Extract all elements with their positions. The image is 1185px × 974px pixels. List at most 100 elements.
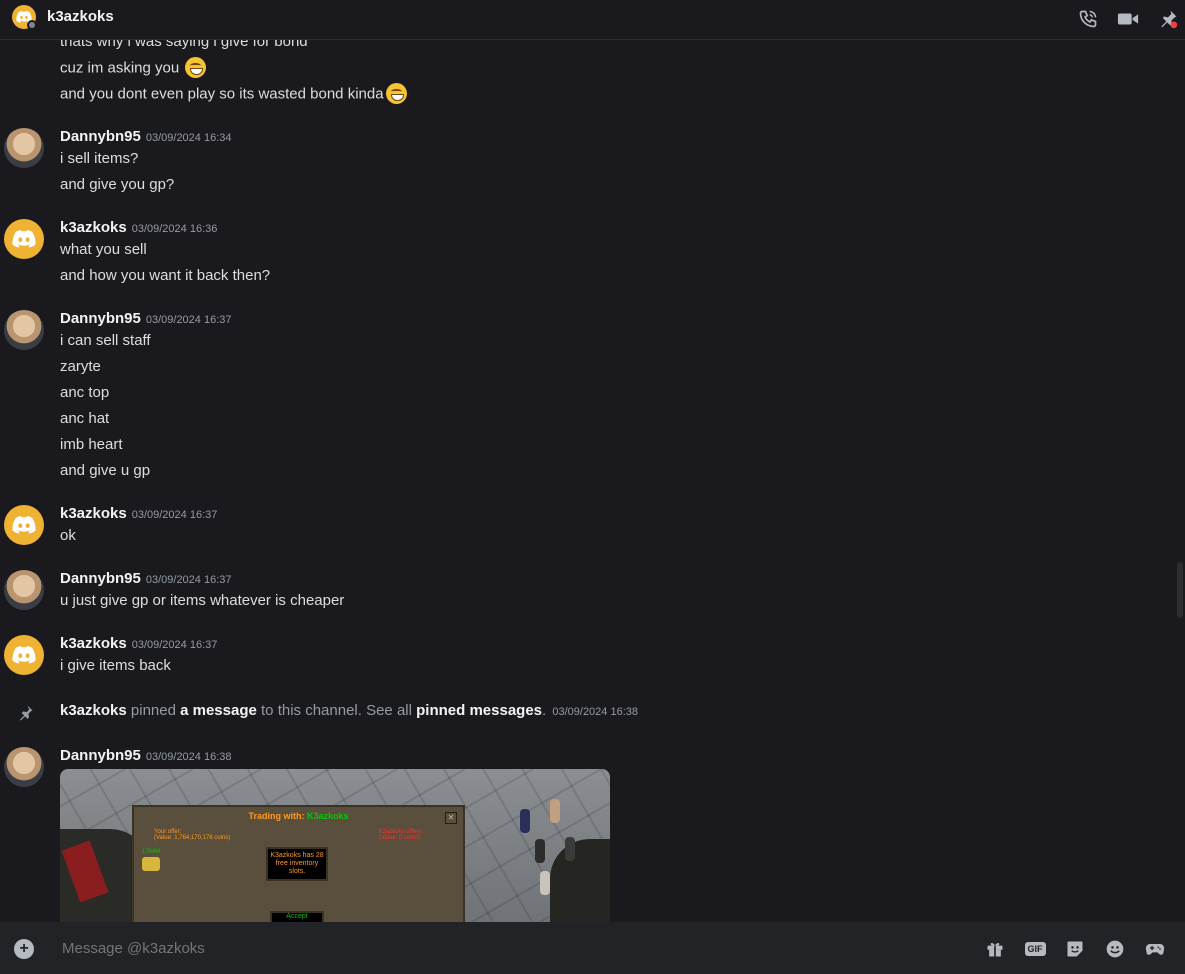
player-figure bbox=[565, 837, 575, 861]
avatar[interactable] bbox=[4, 747, 44, 787]
message-line: i give items back bbox=[60, 657, 171, 674]
grinning-emoji-icon bbox=[185, 57, 207, 78]
message-timestamp: 03/09/2024 16:38 bbox=[145, 751, 232, 763]
avatar[interactable] bbox=[4, 128, 44, 168]
coins-label: 1764M bbox=[142, 849, 161, 855]
activities-button[interactable] bbox=[1144, 938, 1166, 960]
gif-button[interactable]: GIF bbox=[1024, 938, 1046, 960]
message-composer: + GIF bbox=[0, 922, 1185, 974]
emoji-icon bbox=[1106, 940, 1124, 958]
player-figure bbox=[540, 871, 550, 895]
pinned-messages-button[interactable] bbox=[1157, 8, 1179, 30]
message-line: what you sell bbox=[60, 241, 147, 258]
message-line: anc hat bbox=[60, 410, 110, 427]
system-text: . bbox=[542, 702, 547, 719]
message-line: u just give gp or items whatever is chea… bbox=[60, 592, 345, 609]
status-indicator bbox=[27, 20, 37, 30]
message-line: i sell items? bbox=[60, 150, 139, 167]
message-header: k3azkoks 03/09/2024 16:36 bbox=[60, 219, 217, 236]
scrollbar-thumb[interactable] bbox=[1177, 562, 1183, 618]
trade-title: Trading with: K3azkoks bbox=[134, 811, 463, 821]
message-timestamp: 03/09/2024 16:34 bbox=[145, 132, 232, 144]
author-name[interactable]: k3azkoks bbox=[60, 635, 127, 652]
message-line: and give you gp? bbox=[60, 176, 175, 193]
their-offer: K3azkoks offers: (Value: 0 coins) bbox=[379, 829, 423, 841]
pin-icon bbox=[20, 705, 33, 721]
channel-header: k3azkoks bbox=[0, 0, 1185, 40]
discord-logo-icon bbox=[12, 646, 36, 664]
message-timestamp: 03/09/2024 16:37 bbox=[131, 509, 218, 521]
grinning-emoji-icon bbox=[385, 83, 407, 104]
message-timestamp: 03/09/2024 16:37 bbox=[131, 639, 218, 651]
trade-title-label: Trading with: bbox=[248, 811, 305, 821]
system-text: to this channel. See all bbox=[261, 702, 412, 719]
start-video-call-button[interactable] bbox=[1117, 8, 1139, 30]
message-header: Dannybn95 03/09/2024 16:37 bbox=[60, 310, 232, 327]
avatar[interactable] bbox=[4, 635, 44, 675]
author-name[interactable]: Dannybn95 bbox=[60, 128, 141, 145]
avatar[interactable] bbox=[4, 310, 44, 350]
pin-icon bbox=[1161, 10, 1178, 29]
message-list[interactable]: thats why i was saying i give for bond c… bbox=[0, 40, 1175, 922]
message-timestamp: 03/09/2024 16:38 bbox=[552, 706, 638, 718]
avatar[interactable] bbox=[4, 505, 44, 545]
message-line: ok bbox=[60, 527, 76, 544]
your-offer-value: (Value: 1,764,170,178 coins) bbox=[154, 835, 231, 841]
player-figure bbox=[535, 839, 545, 863]
message-timestamp: 03/09/2024 16:36 bbox=[131, 223, 218, 235]
activities-icon bbox=[1145, 944, 1165, 955]
message-line: zaryte bbox=[60, 358, 101, 375]
emoji-button[interactable] bbox=[1104, 938, 1126, 960]
message-header: k3azkoks 03/09/2024 16:37 bbox=[60, 505, 217, 522]
message-header: Dannybn95 03/09/2024 16:34 bbox=[60, 128, 232, 145]
message-line: and give u gp bbox=[60, 462, 151, 479]
message-input[interactable] bbox=[60, 939, 944, 958]
trade-partner: K3azkoks bbox=[306, 811, 349, 821]
discord-logo-icon bbox=[12, 516, 36, 534]
message-line: and you dont even play so its wasted bon… bbox=[60, 83, 407, 105]
game-players bbox=[510, 799, 590, 899]
phone-call-icon bbox=[1079, 10, 1097, 28]
gift-icon bbox=[987, 943, 1003, 957]
message-timestamp: 03/09/2024 16:37 bbox=[145, 314, 232, 326]
author-name[interactable]: Dannybn95 bbox=[60, 310, 141, 327]
author-name[interactable]: Dannybn95 bbox=[60, 570, 141, 587]
sticker-icon bbox=[1067, 941, 1083, 957]
message-timestamp: 03/09/2024 16:37 bbox=[145, 574, 232, 586]
image-attachment[interactable]: Trading with: K3azkoks ✕ Your offer: (Val… bbox=[60, 769, 610, 922]
message-line: imb heart bbox=[60, 436, 123, 453]
start-voice-call-button[interactable] bbox=[1077, 8, 1099, 30]
player-figure bbox=[550, 799, 560, 823]
gif-icon: GIF bbox=[1024, 942, 1046, 956]
message-header: k3azkoks 03/09/2024 16:37 bbox=[60, 635, 217, 652]
message-header: Dannybn95 03/09/2024 16:38 bbox=[60, 747, 232, 764]
pinned-messages-link[interactable]: pinned messages bbox=[416, 702, 542, 719]
message-line: and how you want it back then? bbox=[60, 267, 271, 284]
discord-logo-icon bbox=[12, 230, 36, 248]
message-line: i can sell staff bbox=[60, 332, 151, 349]
author-name[interactable]: k3azkoks bbox=[60, 505, 127, 522]
channel-title: k3azkoks bbox=[47, 8, 114, 25]
message-line: cuz im asking you bbox=[60, 57, 207, 79]
avatar[interactable] bbox=[4, 219, 44, 259]
sticker-button[interactable] bbox=[1064, 938, 1086, 960]
author-name[interactable]: k3azkoks bbox=[60, 219, 127, 236]
trade-info: K3azkoks has 28 free inventory slots. bbox=[266, 847, 328, 881]
author-name[interactable]: Dannybn95 bbox=[60, 747, 141, 764]
system-text: pinned bbox=[130, 702, 176, 719]
message-line: thats why i was saying i give for bond bbox=[60, 40, 308, 50]
upload-plus-icon[interactable]: + bbox=[14, 939, 34, 959]
gift-button[interactable] bbox=[984, 938, 1006, 960]
avatar[interactable] bbox=[4, 570, 44, 610]
jump-to-message-link[interactable]: a message bbox=[180, 702, 257, 719]
their-offer-value: (Value: 0 coins) bbox=[378, 835, 420, 841]
system-message: k3azkoks pinned a message to this channe… bbox=[60, 702, 638, 719]
system-actor[interactable]: k3azkoks bbox=[60, 702, 127, 719]
coins-icon: 1764M bbox=[142, 849, 160, 871]
message-header: Dannybn95 03/09/2024 16:37 bbox=[60, 570, 232, 587]
close-icon: ✕ bbox=[445, 812, 457, 824]
player-figure bbox=[520, 809, 530, 833]
trade-accept: Accept bbox=[270, 911, 324, 922]
video-camera-icon bbox=[1117, 13, 1139, 25]
message-line: anc top bbox=[60, 384, 110, 401]
